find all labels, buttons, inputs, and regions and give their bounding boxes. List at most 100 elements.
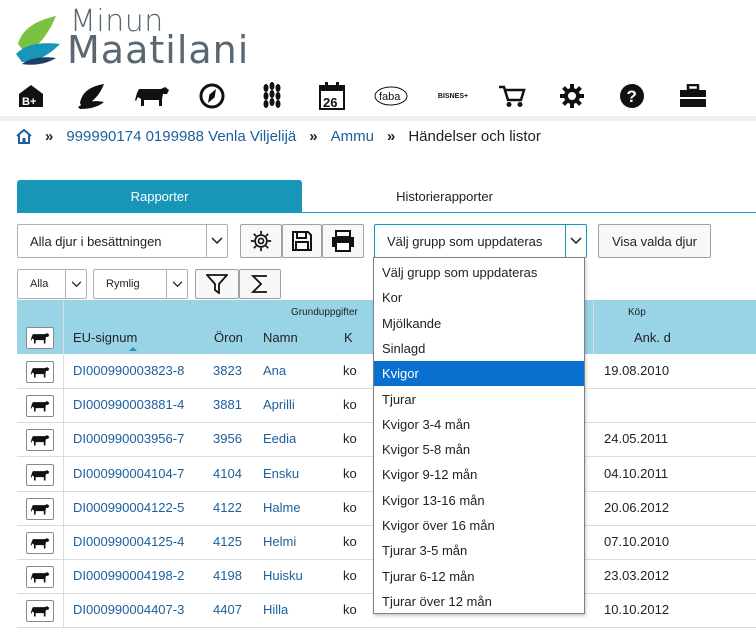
cow-icon[interactable] [135,82,169,110]
print-button[interactable] [322,224,364,258]
ear-number-link[interactable]: 3823 [213,363,242,378]
animal-name-link[interactable]: Eedia [263,431,296,446]
breadcrumb-separator: » [386,127,396,145]
dropdown-option[interactable]: Kvigor 9-12 mån [374,462,584,487]
bisnes-icon[interactable]: BISNES+ [436,82,470,110]
dropdown-option[interactable]: Tjurar 3-5 mån [374,538,584,563]
dropdown-option[interactable]: Kvigor 3-4 mån [374,412,584,437]
calendar-icon[interactable]: 26 [318,82,346,110]
column-header-name[interactable]: Namn [263,330,298,345]
filter-all-select[interactable]: Alla [17,269,87,299]
breadcrumb-current: Händelser och listor [408,127,541,145]
ear-number-link[interactable]: 3881 [213,397,242,412]
print-icon [332,230,354,252]
save-button[interactable] [282,224,322,258]
gear-icon [250,230,272,252]
animal-name-link[interactable]: Aprilli [263,397,295,412]
breadcrumb: » 999990174 0199988 Venla Viljelijä » Am… [16,126,541,146]
tab-historierapporter[interactable]: Historierapporter [302,180,587,213]
group-header-basic: Grunduppgifter [291,307,358,318]
eu-signum-link[interactable]: DI000990003956-7 [73,431,184,446]
animal-card-button[interactable] [26,429,54,452]
cow-icon [30,469,50,481]
select-all-animals-button[interactable] [26,327,54,349]
column-header-eu[interactable]: EU-signum [73,330,137,345]
cart-icon[interactable] [498,82,526,110]
eu-signum-link[interactable]: DI000990004407-3 [73,602,184,617]
compass-icon[interactable] [198,82,226,110]
dropdown-option[interactable]: Kor [374,285,584,310]
dropdown-option[interactable]: Kvigor [374,361,584,387]
arrival-date-cell: 19.08.2010 [604,363,670,378]
breadcrumb-ammu-link[interactable]: Ammu [331,128,374,145]
arrival-date-cell: 10.10.2012 [604,602,670,618]
dropdown-option[interactable]: Sinlagd [374,336,584,361]
b-plus-icon[interactable]: B+ [18,82,46,110]
cow-icon [30,401,50,412]
sex-cell: ko [343,465,357,481]
animal-card-button[interactable] [26,361,54,383]
arrival-date-cell: 20.06.2012 [604,499,670,515]
wheat-icon[interactable] [258,82,286,110]
animal-card-button[interactable] [26,497,54,520]
dropdown-option[interactable]: Välj grupp som uppdateras [374,260,584,285]
group-select[interactable]: Välj grupp som uppdateras [374,224,587,258]
filter-button[interactable] [195,269,239,299]
faba-icon[interactable]: faba [374,82,408,110]
dropdown-option[interactable]: Kvigor 13-16 mån [374,488,584,513]
eu-signum-link[interactable]: DI000990004198-2 [73,568,184,583]
eu-signum-link[interactable]: DI000990004104-7 [73,466,184,481]
ear-number-link[interactable]: 4104 [213,466,242,481]
help-icon[interactable]: ? [618,82,646,110]
animal-card-button[interactable] [26,532,54,554]
eu-signum-link[interactable]: DI000990004125-4 [73,534,184,549]
logo-leaf-icon [16,16,60,65]
ear-number-link[interactable]: 3956 [213,431,242,446]
animal-card-button[interactable] [26,566,54,589]
column-header-sex[interactable]: K [344,330,353,345]
animals-select[interactable]: Alla djur i besättningen [17,224,228,258]
animal-name-link[interactable]: Huisku [263,568,303,583]
animal-name-link[interactable]: Ensku [263,466,299,481]
sum-button[interactable] [239,269,281,299]
dropdown-option[interactable]: Tjurar [374,387,584,412]
density-select[interactable]: Rymlig [93,269,188,299]
show-selected-button[interactable]: Visa valda djur [598,224,711,258]
ear-number-link[interactable]: 4125 [213,534,242,549]
settings-button[interactable] [240,224,282,258]
column-header-ear[interactable]: Öron [214,330,243,345]
chevron-down-icon [166,270,187,298]
svg-text:26: 26 [323,95,337,110]
leaf-icon[interactable] [78,82,106,110]
dropdown-option[interactable]: Kvigor över 16 mån [374,513,584,538]
breadcrumb-farm-link[interactable]: 999990174 0199988 Venla Viljelijä [66,128,296,145]
gear-icon[interactable] [558,82,586,110]
svg-text:faba: faba [379,91,401,103]
briefcase-icon[interactable] [678,82,708,110]
dropdown-option[interactable]: Tjurar 6-12 mån [374,564,584,589]
animal-card-button[interactable] [26,395,54,418]
eu-signum-link[interactable]: DI000990003881-4 [73,397,184,412]
ear-number-link[interactable]: 4122 [213,500,242,515]
ear-number-link[interactable]: 4407 [213,602,242,617]
sigma-icon [251,275,267,293]
dropdown-option[interactable]: Tjurar över 12 mån [374,589,584,614]
animal-card-button[interactable] [26,463,54,486]
animal-name-link[interactable]: Halme [263,500,301,515]
nav-divider [0,116,756,121]
animal-name-link[interactable]: Helmi [263,534,296,549]
eu-signum-link[interactable]: DI000990003823-8 [73,363,184,378]
ear-number-link[interactable]: 4198 [213,568,242,583]
main-nav: B+ 26 faba BISNES+ ? [0,78,756,116]
dropdown-option[interactable]: Kvigor 5-8 mån [374,437,584,462]
animal-card-button[interactable] [26,600,54,623]
eu-signum-link[interactable]: DI000990004122-5 [73,500,184,515]
arrival-date-cell: 24.05.2011 [604,431,669,447]
home-icon[interactable] [16,128,32,144]
sex-cell: ko [343,363,357,378]
column-header-arrival[interactable]: Ank. d [634,330,671,345]
dropdown-option[interactable]: Mjölkande [374,311,584,336]
tab-rapporter[interactable]: Rapporter [17,180,302,213]
animal-name-link[interactable]: Ana [263,363,286,378]
animal-name-link[interactable]: Hilla [263,602,288,617]
